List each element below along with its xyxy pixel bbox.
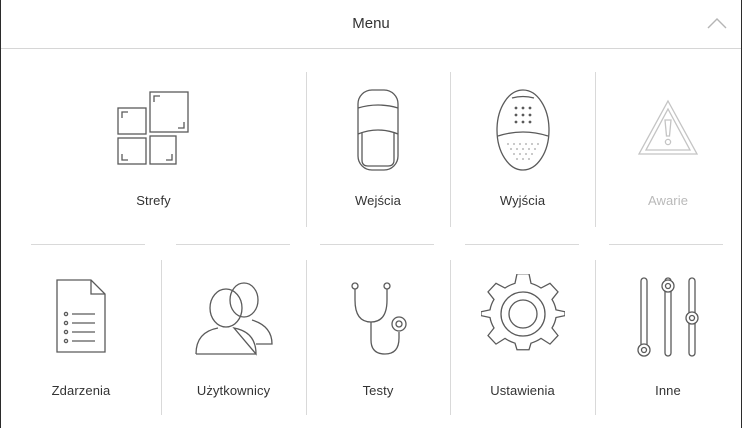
motion-detector-icon <box>357 89 399 171</box>
tile-testy[interactable]: Testy <box>306 250 450 420</box>
zones-icon <box>116 91 189 165</box>
divider <box>176 244 290 245</box>
tile-ustawienia[interactable]: Ustawienia <box>450 250 595 420</box>
menu-screen: Menu Strefy Wejścia Wyjścia Awarie Zdarz… <box>0 0 742 428</box>
tile-wejscia[interactable]: Wejścia <box>306 60 450 230</box>
tile-uzytkownicy[interactable]: Użytkownicy <box>161 250 306 420</box>
document-list-icon <box>56 279 106 353</box>
gear-icon <box>480 274 565 351</box>
tile-strefy[interactable]: Strefy <box>1 60 306 230</box>
tile-label: Zdarzenia <box>51 383 111 398</box>
sliders-icon <box>637 277 699 357</box>
tile-inne[interactable]: Inne <box>595 250 741 420</box>
tile-label: Testy <box>362 383 394 398</box>
tile-wyjscia[interactable]: Wyjścia <box>450 60 595 230</box>
tile-label: Użytkownicy <box>196 383 271 398</box>
tile-label: Wyjścia <box>499 193 546 208</box>
tile-label: Ustawienia <box>490 383 555 398</box>
tile-label: Awarie <box>647 193 689 208</box>
tile-awarie[interactable]: Awarie <box>595 60 741 230</box>
tile-label: Strefy <box>136 193 171 208</box>
tile-label: Inne <box>655 383 681 398</box>
divider <box>465 244 579 245</box>
divider <box>609 244 723 245</box>
divider <box>320 244 434 245</box>
menu-header: Menu <box>1 0 741 49</box>
siren-icon <box>495 89 550 171</box>
warning-triangle-icon <box>637 99 699 155</box>
users-icon <box>194 282 273 356</box>
tile-zdarzenia[interactable]: Zdarzenia <box>1 250 161 420</box>
chevron-up-icon[interactable] <box>705 14 729 34</box>
tile-label: Wejścia <box>355 193 401 208</box>
divider <box>31 244 145 245</box>
stethoscope-icon <box>351 282 407 355</box>
menu-title: Menu <box>352 15 390 32</box>
